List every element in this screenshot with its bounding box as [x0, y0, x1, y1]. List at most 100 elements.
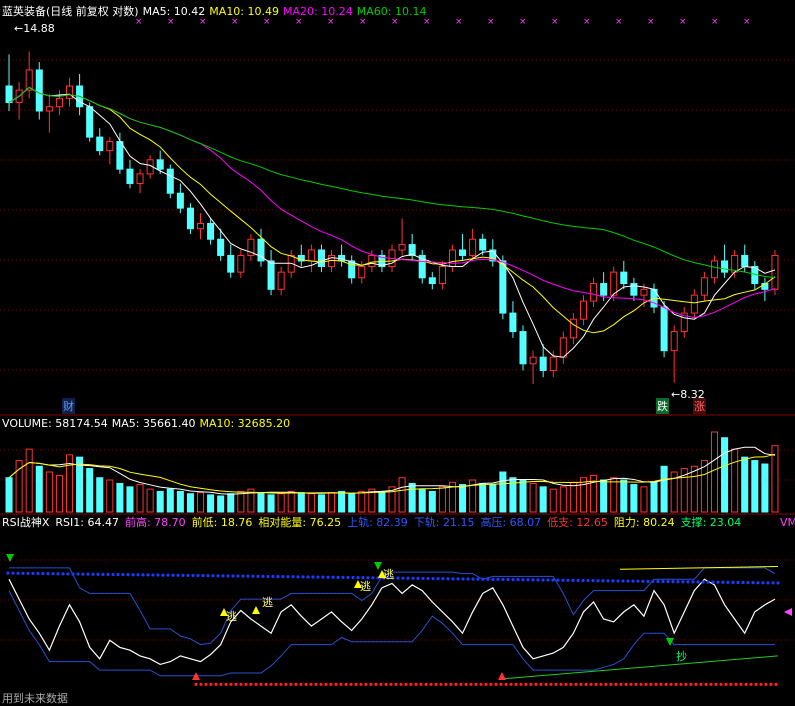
upper-guide-dot	[426, 576, 430, 581]
lower-guide-dot	[324, 682, 328, 686]
volume-bar	[86, 468, 94, 513]
ma20-label: MA20: 10.24	[283, 5, 353, 18]
vol-ma5-label: MA5: 35661.40	[111, 417, 196, 430]
volume-bar	[287, 490, 295, 513]
upper-guide-dot	[171, 573, 175, 577]
lower-guide-dot	[469, 682, 473, 686]
tao-signal-3: 逃	[360, 580, 371, 593]
volume-bar	[660, 465, 668, 513]
candle-body	[126, 168, 134, 184]
ma60-label: MA60: 10.14	[356, 5, 427, 18]
upper-guide-dot	[66, 572, 70, 576]
candle-body	[509, 312, 517, 333]
tao-signal-4: 逃	[383, 568, 394, 581]
volume-bar	[348, 493, 356, 513]
lower-guide-dot	[724, 682, 728, 686]
candle-body	[5, 85, 13, 104]
lower-guide-dot	[614, 682, 618, 686]
upper-guide-dot	[196, 573, 200, 578]
lower-guide-dot	[594, 682, 598, 686]
lower-guide-dot	[479, 682, 483, 686]
upper-guide-dot	[201, 574, 205, 578]
upper-guide-dot	[61, 572, 65, 576]
upper-guide-dot	[206, 574, 210, 578]
volume-bar	[690, 465, 698, 513]
candle-body	[620, 271, 628, 285]
upper-guide-dot	[716, 580, 720, 584]
lower-guide-dot	[494, 682, 498, 686]
candle-body	[277, 271, 285, 290]
lower-guide-dot	[649, 682, 653, 686]
upper-guide-dot	[101, 572, 105, 576]
rsi-indicator-name: RSI战神X	[2, 516, 50, 529]
lower-guide-dot	[314, 682, 318, 686]
lower-guide-dot	[374, 682, 378, 686]
lower-guide-dot	[414, 682, 418, 686]
upper-guide-dot	[701, 580, 705, 584]
lower-guide-dot	[484, 682, 488, 686]
volume-bar	[96, 477, 104, 513]
candle-body	[710, 260, 719, 279]
lower-guide-dot	[714, 682, 718, 686]
upper-guide-dot	[246, 574, 250, 578]
upper-guide-dot	[561, 578, 565, 582]
rsi-line	[8, 578, 776, 666]
x-mark: ×	[743, 17, 751, 27]
x-mark: ×	[519, 17, 527, 27]
upper-guide-dot	[536, 578, 540, 582]
upper-guide-dot	[731, 580, 735, 585]
volume-bar	[25, 448, 33, 513]
lower-guide-dot	[734, 682, 738, 686]
lower-guide-dot	[669, 682, 673, 686]
lower-guide-dot	[539, 682, 543, 686]
lower-guide-dot	[694, 682, 698, 686]
upper-guide-dot	[281, 575, 285, 579]
support-line	[504, 655, 779, 680]
gaoya-value: 高压: 68.07	[480, 516, 542, 529]
lower-guide-dot	[769, 682, 773, 686]
upper-guide-dot	[726, 580, 730, 584]
upper-guide-dot	[321, 575, 325, 579]
volume-bar	[358, 490, 366, 513]
upper-guide-dot	[531, 578, 535, 582]
lower-guide-dot	[689, 682, 693, 686]
volume-bar	[620, 479, 628, 513]
upper-guide-dot	[221, 574, 225, 578]
lower-guide-dot	[209, 682, 213, 686]
lower-guide-dot	[589, 682, 593, 686]
upper-guide-dot	[466, 577, 470, 581]
lower-guide-dot	[419, 682, 423, 686]
upper-guide-dot	[316, 575, 320, 579]
volume-bar	[398, 477, 406, 513]
lower-guide-dot	[224, 682, 228, 686]
lower-guide-dot	[519, 682, 523, 686]
upper-guide-dot	[736, 580, 740, 585]
lower-guide-dot	[529, 682, 533, 686]
x-mark: ×	[647, 17, 655, 27]
zhang-marker: 涨	[693, 398, 706, 414]
lower-guide-dot	[354, 682, 358, 686]
lower-guide-dot	[599, 682, 603, 686]
upper-guide-dot	[676, 580, 680, 584]
x-mark: ×	[551, 17, 559, 27]
upper-guide-dot	[111, 572, 115, 577]
volume-bar	[579, 477, 588, 513]
upper-guide-dot	[471, 577, 475, 581]
upper-guide-dot	[146, 573, 150, 577]
volume-bar	[35, 465, 43, 513]
upper-guide-dot	[521, 578, 525, 582]
lower-guide-dot	[514, 682, 518, 686]
lower-guide-dot	[249, 682, 253, 686]
upper-guide-dot	[286, 575, 290, 579]
candle-body	[690, 294, 698, 314]
lower-guide-dot	[609, 682, 613, 686]
lower-guide-dot	[424, 682, 428, 686]
lower-guide-dot	[389, 682, 393, 686]
volume-bar	[5, 477, 13, 513]
stock-title: 蓝英装备(日线 前复权 对数)	[2, 5, 139, 18]
upper-guide-dot	[81, 572, 85, 576]
upper-guide-dot	[486, 577, 490, 581]
candle-body	[106, 141, 114, 152]
volume-bar	[418, 488, 426, 513]
candle-body	[559, 337, 567, 358]
